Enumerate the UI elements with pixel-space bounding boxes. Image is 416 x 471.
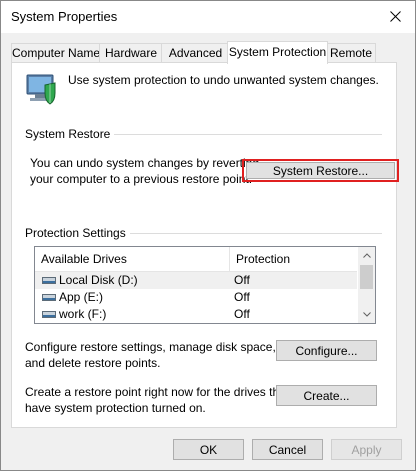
protection-settings-group-label: Protection Settings	[25, 226, 130, 240]
drive-protection-status: Off	[234, 273, 250, 287]
column-protection[interactable]: Protection	[230, 247, 356, 271]
drive-row[interactable]: Local Disk (D:) Off	[35, 272, 357, 289]
apply-button[interactable]: Apply	[331, 439, 402, 460]
drive-name: work (F:)	[59, 307, 107, 321]
system-restore-description-line1: You can undo system changes by reverting	[30, 156, 260, 170]
system-properties-window: System Properties Computer Name Hardware…	[0, 0, 416, 471]
scroll-up-button[interactable]	[358, 247, 375, 264]
configure-description-line2: and delete restore points.	[25, 356, 161, 370]
scroll-thumb[interactable]	[360, 265, 373, 289]
system-restore-group-label: System Restore	[25, 127, 115, 141]
window-title: System Properties	[11, 9, 118, 24]
drive-name: Local Disk (D:)	[59, 273, 138, 287]
tab-computer-name[interactable]: Computer Name	[11, 43, 101, 63]
column-available-drives[interactable]: Available Drives	[35, 247, 229, 271]
tab-hardware[interactable]: Hardware	[99, 43, 163, 63]
drive-protection-status: Off	[234, 290, 250, 304]
title-bar: System Properties	[1, 1, 415, 33]
drives-list-header: Available Drives Protection	[35, 247, 357, 272]
drive-row[interactable]: work (F:) Off	[35, 306, 357, 323]
system-protection-panel: Use system protection to undo unwanted s…	[11, 62, 399, 428]
tab-advanced[interactable]: Advanced	[161, 43, 230, 63]
scroll-down-button[interactable]	[358, 306, 375, 323]
drive-icon	[42, 311, 56, 318]
system-restore-description-line2: your computer to a previous restore poin…	[30, 172, 253, 186]
create-description-line2: have system protection turned on.	[25, 401, 206, 415]
close-icon	[389, 10, 401, 22]
drive-row[interactable]: App (E:) Off	[35, 289, 357, 306]
configure-description-line1: Configure restore settings, manage disk …	[25, 340, 276, 354]
drive-icon	[42, 277, 56, 284]
drives-list[interactable]: Available Drives Protection Local Disk (…	[34, 246, 376, 324]
create-description: Create a restore point right now for the…	[25, 384, 289, 416]
intro-text: Use system protection to undo unwanted s…	[68, 73, 379, 87]
tab-remote[interactable]: Remote	[326, 43, 376, 63]
create-description-line1: Create a restore point right now for the…	[25, 385, 290, 399]
cancel-button[interactable]: Cancel	[252, 439, 323, 460]
system-restore-button[interactable]: System Restore...	[246, 162, 395, 179]
create-button[interactable]: Create...	[276, 385, 377, 406]
tab-system-protection[interactable]: System Protection	[227, 41, 328, 64]
ok-button[interactable]: OK	[173, 439, 244, 460]
system-restore-description: You can undo system changes by reverting…	[30, 155, 259, 187]
chevron-down-icon	[362, 312, 371, 317]
chevron-up-icon	[362, 253, 371, 258]
drive-icon	[42, 294, 56, 301]
computer-shield-icon	[26, 74, 56, 105]
configure-button[interactable]: Configure...	[276, 340, 377, 361]
drive-protection-status: Off	[234, 307, 250, 321]
drives-list-scrollbar[interactable]	[358, 247, 375, 323]
close-button[interactable]	[381, 3, 409, 29]
configure-description: Configure restore settings, manage disk …	[25, 339, 276, 371]
drive-name: App (E:)	[59, 290, 104, 304]
